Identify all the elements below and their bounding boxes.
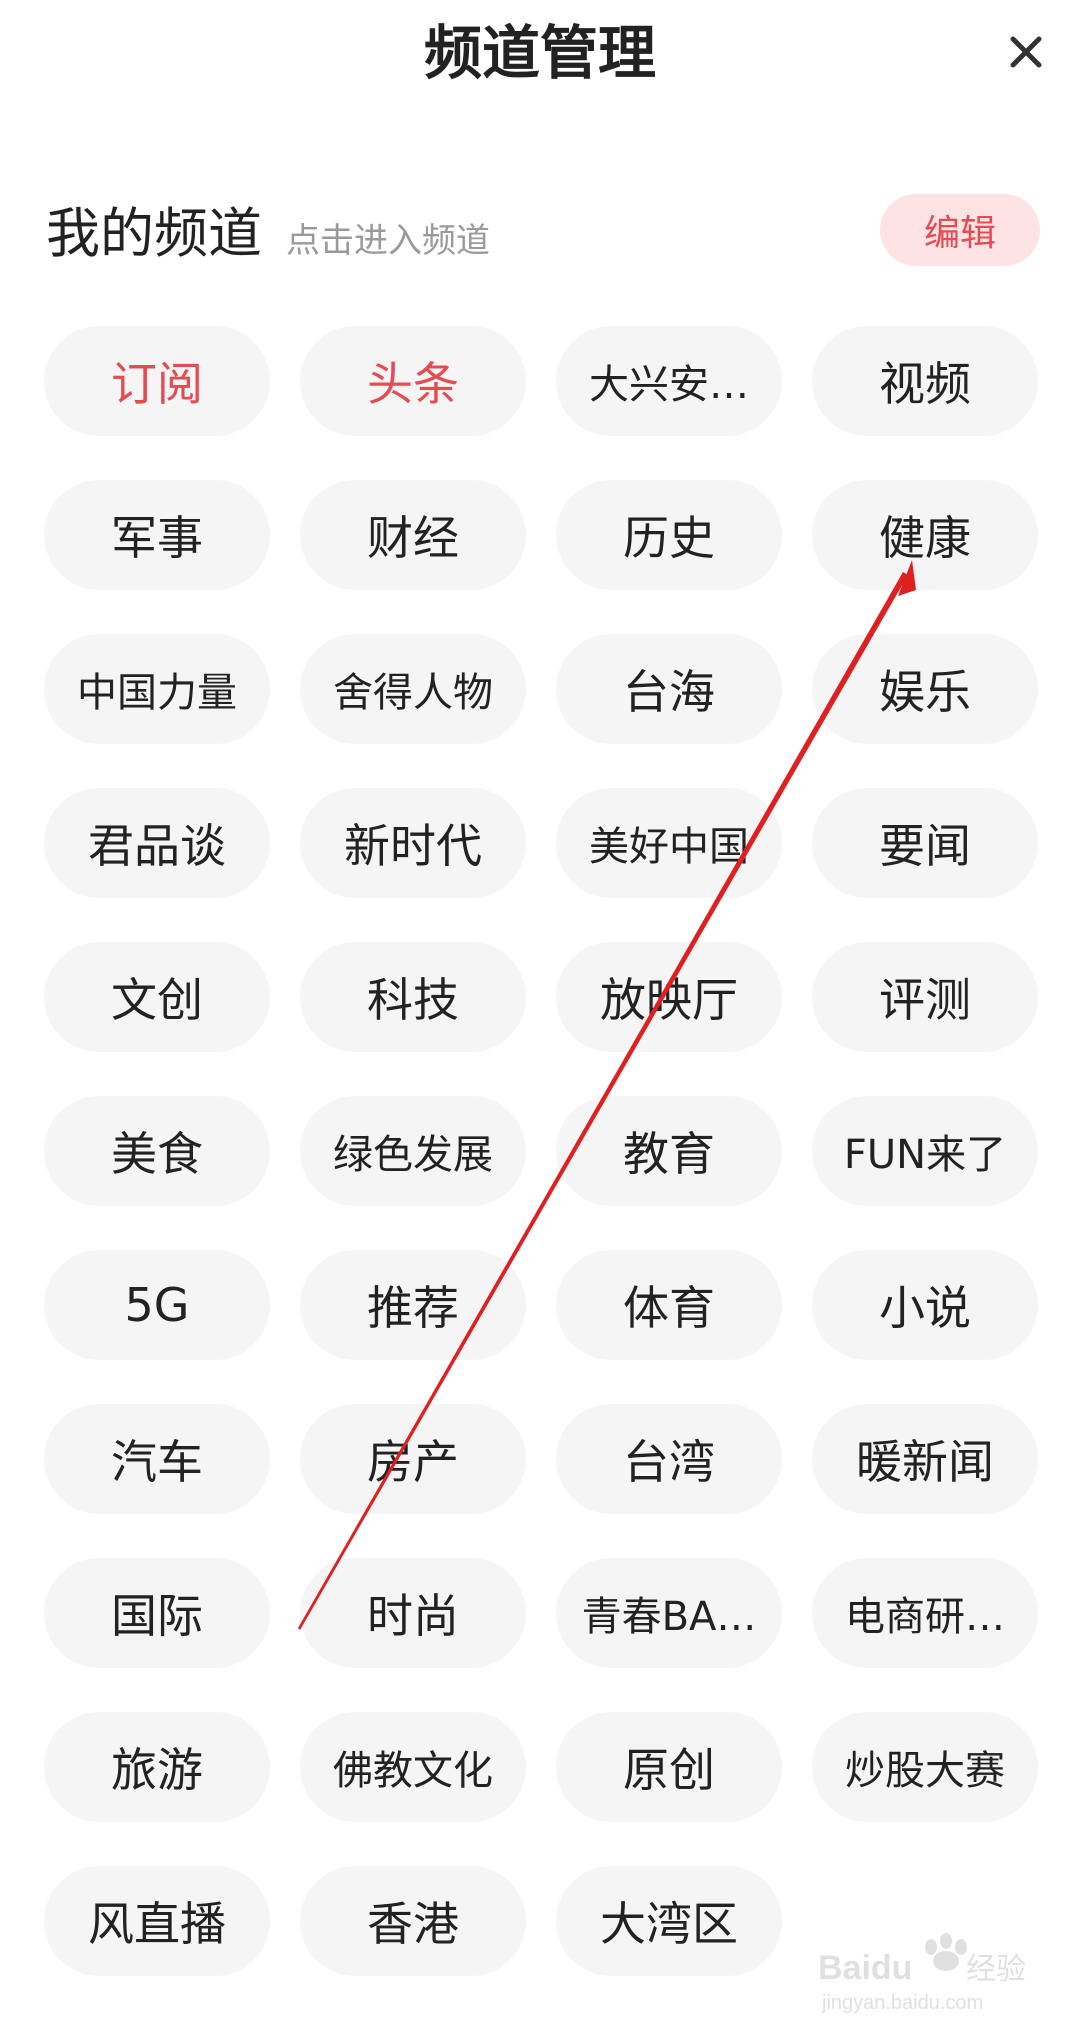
channel-chip[interactable]: 旅游 bbox=[44, 1712, 270, 1822]
channel-chip[interactable]: 暖新闻 bbox=[812, 1404, 1038, 1514]
channel-chip[interactable]: 台湾 bbox=[556, 1404, 782, 1514]
channel-chip[interactable]: 军事 bbox=[44, 480, 270, 590]
section-title: 我的频道 bbox=[46, 202, 262, 265]
header: 频道管理 bbox=[0, 0, 1080, 110]
channel-chip[interactable]: 文创 bbox=[44, 942, 270, 1052]
baidu-jingyan-watermark: Baidu 经验 jingyan.baidu.com bbox=[818, 1933, 1026, 2014]
channel-chip[interactable]: 订阅 bbox=[44, 326, 270, 436]
channel-chip[interactable]: 汽车 bbox=[44, 1404, 270, 1514]
edit-button[interactable]: 编辑 bbox=[880, 194, 1040, 266]
channel-chip[interactable]: 新时代 bbox=[300, 788, 526, 898]
channel-management-page: 频道管理 我的频道 点击进入频道 编辑 订阅 头条 大兴安… 视频军事 财经 历史 健康中国… bbox=[0, 0, 1080, 2035]
channel-chip[interactable]: 炒股大赛 bbox=[812, 1712, 1038, 1822]
channel-chip[interactable]: 电商研… bbox=[812, 1558, 1038, 1668]
channel-chip[interactable]: 中国力量 bbox=[44, 634, 270, 744]
channel-chip[interactable]: 推荐 bbox=[300, 1250, 526, 1360]
channel-chip[interactable]: 大湾区 bbox=[556, 1866, 782, 1976]
channel-chip[interactable]: 台海 bbox=[556, 634, 782, 744]
channel-chip[interactable]: 健康 bbox=[812, 480, 1038, 590]
my-channels-header: 我的频道 点击进入频道 bbox=[46, 194, 490, 274]
channel-chip[interactable]: FUN来了 bbox=[812, 1096, 1038, 1206]
channel-chip[interactable]: 舍得人物 bbox=[300, 634, 526, 744]
watermark-label: 经验 bbox=[966, 1952, 1026, 1987]
channel-chip[interactable]: 小说 bbox=[812, 1250, 1038, 1360]
channel-chip[interactable]: 美食 bbox=[44, 1096, 270, 1206]
channel-chip[interactable]: 风直播 bbox=[44, 1866, 270, 1976]
channel-chip[interactable]: 大兴安… bbox=[556, 326, 782, 436]
channel-chip[interactable]: 房产 bbox=[300, 1404, 526, 1514]
watermark-brand: Baidu bbox=[818, 1949, 912, 1987]
channel-chip[interactable]: 放映厅 bbox=[556, 942, 782, 1052]
page-title: 频道管理 bbox=[423, 19, 656, 87]
channel-chip[interactable]: 评测 bbox=[812, 942, 1038, 1052]
channel-chip[interactable]: 国际 bbox=[44, 1558, 270, 1668]
channel-chip[interactable]: 历史 bbox=[556, 480, 782, 590]
channel-chip[interactable]: 5G bbox=[44, 1250, 270, 1360]
channel-chip[interactable]: 绿色发展 bbox=[300, 1096, 526, 1206]
channel-chip[interactable]: 美好中国 bbox=[556, 788, 782, 898]
section-hint: 点击进入频道 bbox=[286, 221, 490, 261]
channel-chip[interactable]: 要闻 bbox=[812, 788, 1038, 898]
channel-chip[interactable]: 香港 bbox=[300, 1866, 526, 1976]
channel-chip[interactable]: 体育 bbox=[556, 1250, 782, 1360]
channel-chip[interactable]: 教育 bbox=[556, 1096, 782, 1206]
watermark-url: jingyan.baidu.com bbox=[821, 1992, 983, 2014]
channel-chip[interactable]: 君品谈 bbox=[44, 788, 270, 898]
channel-chip[interactable]: 青春BA… bbox=[556, 1558, 782, 1668]
channel-chip[interactable]: 科技 bbox=[300, 942, 526, 1052]
channel-chip[interactable]: 财经 bbox=[300, 480, 526, 590]
close-icon bbox=[1010, 36, 1042, 68]
close-button[interactable] bbox=[996, 22, 1056, 82]
channel-chip[interactable]: 原创 bbox=[556, 1712, 782, 1822]
channel-chip[interactable]: 娱乐 bbox=[812, 634, 1038, 744]
channel-chip[interactable]: 视频 bbox=[812, 326, 1038, 436]
channel-grid: 订阅 头条 大兴安… 视频军事 财经 历史 健康中国力量 舍得人物 台海 娱乐君品谈 新时代 美好中国… bbox=[44, 326, 1040, 1976]
channel-chip[interactable]: 佛教文化 bbox=[300, 1712, 526, 1822]
channel-chip[interactable]: 时尚 bbox=[300, 1558, 526, 1668]
channel-chip[interactable]: 头条 bbox=[300, 326, 526, 436]
